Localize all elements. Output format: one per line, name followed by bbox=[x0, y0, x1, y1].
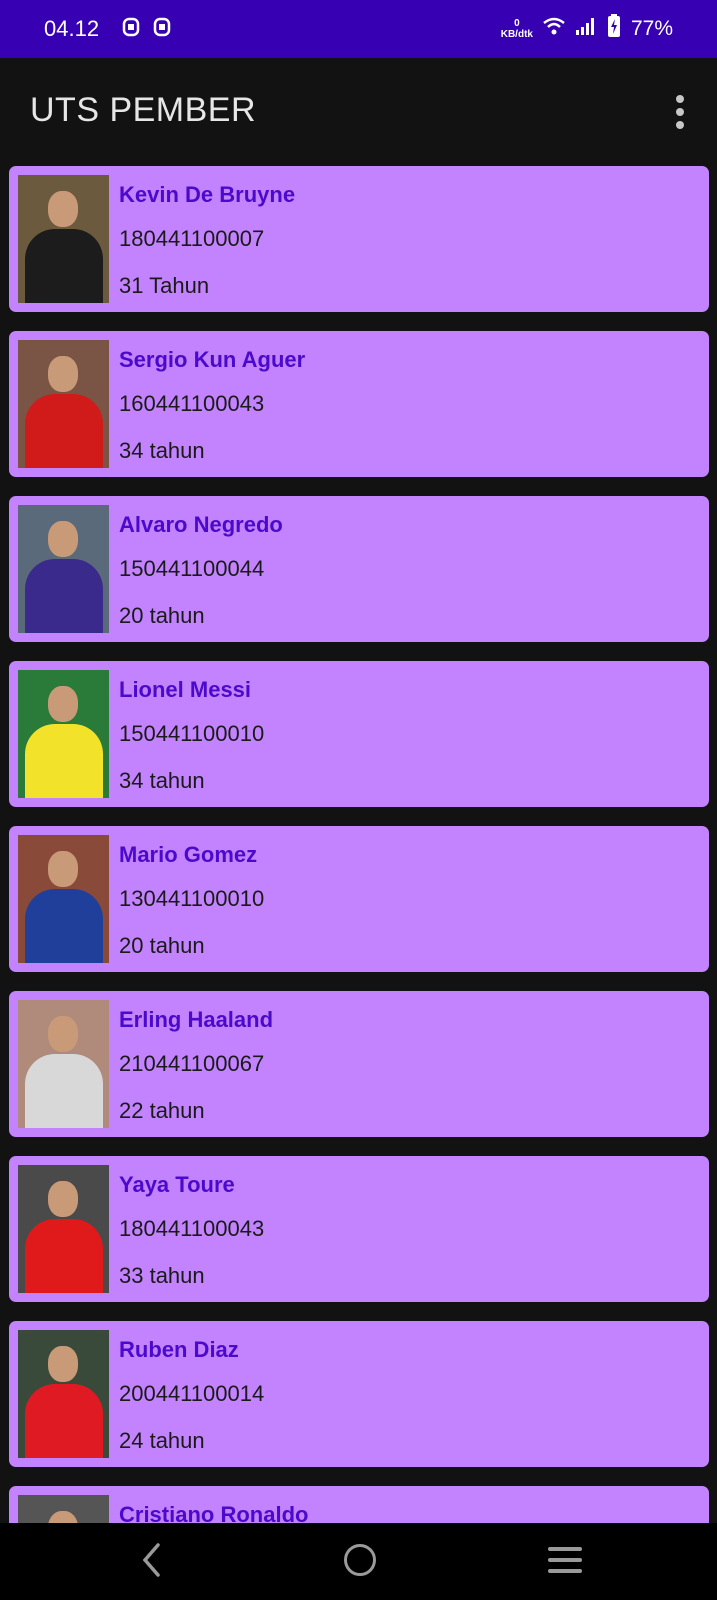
player-nim: 130441100010 bbox=[119, 886, 265, 911]
overflow-menu-icon[interactable] bbox=[673, 95, 687, 129]
player-photo bbox=[18, 505, 109, 633]
player-name: Lionel Messi bbox=[119, 677, 252, 702]
player-name: Ruben Diaz bbox=[119, 1337, 239, 1362]
wifi-icon bbox=[543, 17, 565, 41]
list-item[interactable]: Cristiano Ronaldo bbox=[9, 1486, 709, 1523]
network-speed: 0 KB/dtk bbox=[501, 18, 533, 40]
player-name: Yaya Toure bbox=[119, 1172, 235, 1197]
player-photo bbox=[18, 175, 109, 303]
player-age: 24 tahun bbox=[119, 1428, 205, 1453]
signal-icon bbox=[575, 17, 597, 41]
list-item[interactable]: Kevin De Bruyne 180441100007 31 Tahun bbox=[9, 166, 709, 312]
player-nim: 150441100010 bbox=[119, 721, 265, 746]
list-item[interactable]: Mario Gomez 130441100010 20 tahun bbox=[9, 826, 709, 972]
player-name: Alvaro Negredo bbox=[119, 512, 283, 537]
list-item[interactable]: Ruben Diaz 200441100014 24 tahun bbox=[9, 1321, 709, 1467]
player-name: Cristiano Ronaldo bbox=[119, 1502, 309, 1523]
player-age: 34 tahun bbox=[119, 768, 205, 793]
list-item[interactable]: Alvaro Negredo 150441100044 20 tahun bbox=[9, 496, 709, 642]
navigation-bar bbox=[0, 1523, 717, 1600]
list-item[interactable]: Yaya Toure 180441100043 33 tahun bbox=[9, 1156, 709, 1302]
player-age: 31 Tahun bbox=[119, 273, 210, 298]
status-time: 04.12 bbox=[44, 16, 100, 41]
page-title: UTS PEMBER bbox=[30, 91, 257, 129]
player-photo bbox=[18, 340, 109, 468]
player-name: Sergio Kun Aguer bbox=[119, 347, 306, 372]
home-icon[interactable] bbox=[344, 1544, 376, 1576]
player-photo bbox=[18, 670, 109, 798]
player-age: 34 tahun bbox=[119, 438, 205, 463]
player-age: 22 tahun bbox=[119, 1098, 205, 1123]
player-name: Erling Haaland bbox=[119, 1007, 274, 1032]
player-photo bbox=[18, 835, 109, 963]
player-name: Kevin De Bruyne bbox=[119, 182, 296, 207]
player-photo bbox=[18, 1495, 109, 1523]
network-speed-value: 0 bbox=[514, 18, 520, 29]
network-speed-unit: KB/dtk bbox=[500, 29, 533, 40]
battery-percent: 77% bbox=[630, 17, 673, 40]
player-age: 20 tahun bbox=[119, 603, 205, 628]
list-item[interactable]: Erling Haaland 210441100067 22 tahun bbox=[9, 991, 709, 1137]
status-bar: 04.12 0 KB/dtk 77% bbox=[0, 0, 717, 58]
player-nim: 210441100067 bbox=[119, 1051, 265, 1076]
player-nim: 150441100044 bbox=[119, 556, 265, 581]
app-bar: UTS PEMBER bbox=[0, 58, 717, 166]
player-photo bbox=[18, 1000, 109, 1128]
player-nim: 180441100007 bbox=[119, 226, 265, 251]
notification-app-icon bbox=[153, 17, 171, 42]
list-item[interactable]: Sergio Kun Aguer 160441100043 34 tahun bbox=[9, 331, 709, 477]
player-nim: 160441100043 bbox=[119, 391, 265, 416]
notification-app-icon bbox=[122, 17, 140, 42]
player-photo bbox=[18, 1165, 109, 1293]
player-name: Mario Gomez bbox=[119, 842, 258, 867]
player-age: 33 tahun bbox=[119, 1263, 205, 1288]
player-list[interactable]: Kevin De Bruyne 180441100007 31 Tahun Sergi… bbox=[0, 166, 717, 1523]
status-indicators: 0 KB/dtk 77% bbox=[501, 14, 673, 44]
recents-icon[interactable] bbox=[548, 1547, 582, 1573]
player-nim: 180441100043 bbox=[119, 1216, 265, 1241]
player-photo bbox=[18, 1330, 109, 1458]
player-age: 20 tahun bbox=[119, 933, 205, 958]
player-nim: 200441100014 bbox=[119, 1381, 265, 1406]
list-item[interactable]: Lionel Messi 150441100010 34 tahun bbox=[9, 661, 709, 807]
back-icon[interactable] bbox=[140, 1541, 164, 1579]
battery-charging-icon bbox=[607, 14, 621, 44]
